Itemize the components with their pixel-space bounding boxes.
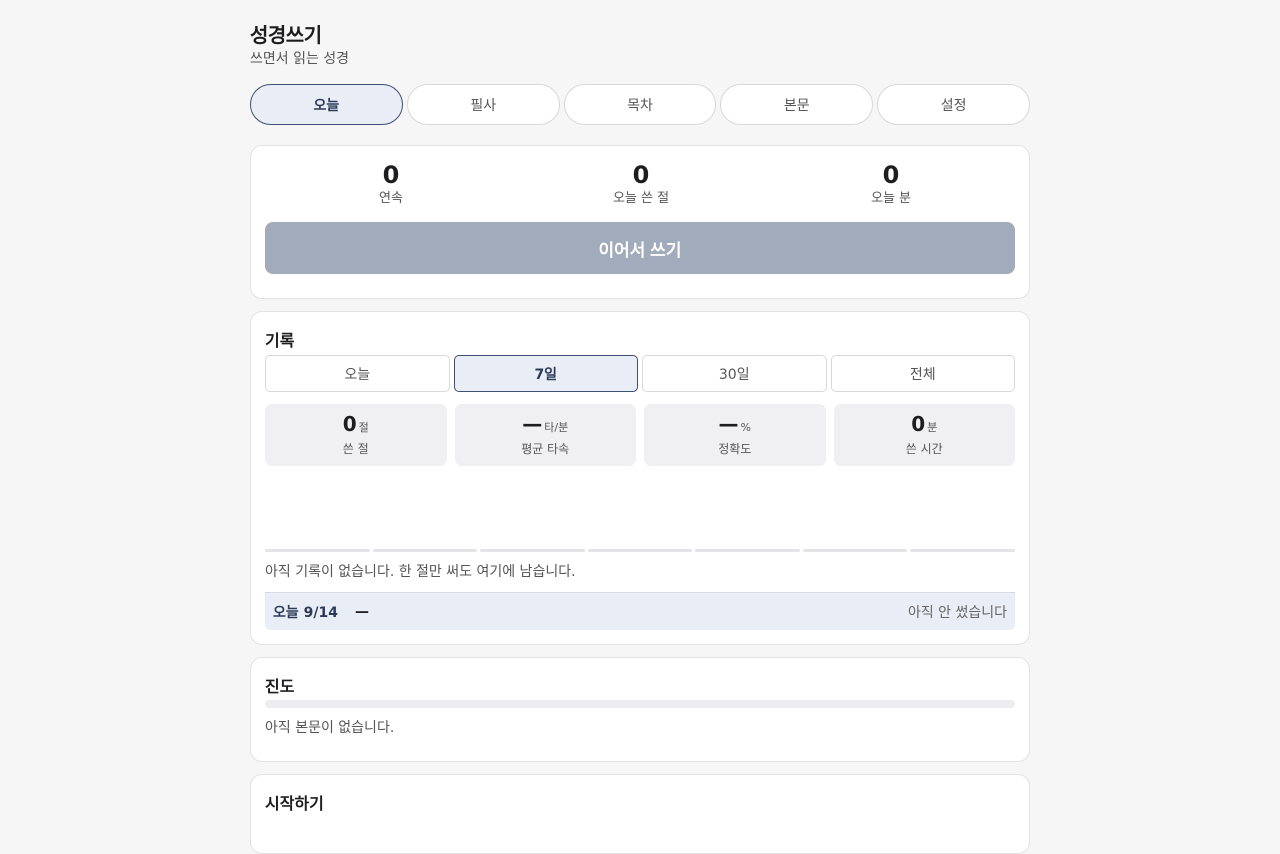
history-empty-message: 아직 기록이 없습니다. 한 절만 써도 여기에 남습니다. xyxy=(265,564,576,580)
daily-activity-bars xyxy=(265,549,1016,552)
range-tab-today[interactable]: 오늘 xyxy=(265,355,450,392)
metric-time: 0분 쓴 시간 xyxy=(833,404,1015,466)
metric-verses-label: 쓴 절 xyxy=(342,442,369,456)
streak-label: 연속 xyxy=(379,191,403,206)
minutes-today-value: 0 xyxy=(882,161,900,189)
metric-time-value: 0 xyxy=(911,412,926,436)
app-title: 성경쓰기 xyxy=(250,23,322,47)
range-tab-7d[interactable]: 7일 xyxy=(453,355,638,392)
metric-time-label: 쓴 시간 xyxy=(905,442,943,456)
metric-accuracy-label: 정확도 xyxy=(718,442,752,456)
tab-transcribe[interactable]: 필사 xyxy=(406,84,560,125)
progress-bar xyxy=(265,700,1015,708)
verses-today-label: 오늘 쓴 절 xyxy=(612,191,670,206)
start-title: 시작하기 xyxy=(265,794,324,813)
day-row-label: 오늘 9/14 xyxy=(273,604,338,621)
day-row-value: — xyxy=(355,603,369,620)
range-tab-all[interactable]: 전체 xyxy=(830,355,1015,392)
metric-verses: 0절 쓴 절 xyxy=(265,404,447,466)
streak-value: 0 xyxy=(382,161,400,189)
start-card: 시작하기 xyxy=(250,774,1030,854)
streak-stat: 0 연속 xyxy=(266,160,516,208)
metric-speed-unit: 타/분 xyxy=(544,421,569,434)
day-row-status: 아직 안 썼습니다 xyxy=(907,604,1007,621)
metric-speed-label: 평균 타속 xyxy=(521,442,570,456)
minutes-today-label: 오늘 분 xyxy=(870,191,911,206)
today-card: 0 연속 0 오늘 쓴 절 0 오늘 분 이어서 쓰기 xyxy=(250,145,1030,299)
daily-bar xyxy=(802,549,908,552)
day-row-today[interactable]: 오늘 9/14 — 아직 안 썼습니다 xyxy=(265,592,1015,630)
tab-contents[interactable]: 목차 xyxy=(563,84,717,125)
metric-verses-value: 0 xyxy=(342,412,357,436)
daily-bar xyxy=(587,549,693,552)
daily-bar xyxy=(265,549,370,552)
daily-bar xyxy=(372,549,478,552)
history-title: 기록 xyxy=(265,331,295,350)
progress-title: 진도 xyxy=(265,677,295,696)
verses-today-stat: 0 오늘 쓴 절 xyxy=(516,160,766,208)
daily-bar xyxy=(910,549,1016,552)
tab-text[interactable]: 본문 xyxy=(720,84,874,125)
metric-time-unit: 분 xyxy=(927,421,938,434)
tab-today[interactable]: 오늘 xyxy=(250,84,403,125)
app-subtitle: 쓰면서 읽는 성경 xyxy=(250,51,350,67)
metric-accuracy: —% 정확도 xyxy=(644,404,826,466)
today-stats: 0 연속 0 오늘 쓴 절 0 오늘 분 xyxy=(266,160,1016,208)
metric-verses-unit: 절 xyxy=(358,421,369,434)
daily-bar xyxy=(695,549,800,552)
tab-settings[interactable]: 설정 xyxy=(877,84,1030,125)
continue-writing-button[interactable]: 이어서 쓰기 xyxy=(265,222,1015,274)
range-tabs: 오늘 7일 30일 전체 xyxy=(265,355,1015,392)
history-metrics: 0절 쓴 절 — 타/분 평균 타속 —% 정확도 0분 쓴 시간 xyxy=(265,404,1015,466)
metric-speed-value: — xyxy=(522,412,543,436)
main-tabs: 오늘 필사 목차 본문 설정 xyxy=(250,84,1030,125)
progress-empty-message: 아직 본문이 없습니다. xyxy=(265,720,395,736)
minutes-today-stat: 0 오늘 분 xyxy=(766,160,1016,208)
history-card: 기록 오늘 7일 30일 전체 0절 쓴 절 — 타/분 평균 타속 —% 정확도… xyxy=(250,311,1030,645)
metric-accuracy-unit: % xyxy=(740,421,751,434)
daily-bar xyxy=(480,549,585,552)
metric-accuracy-value: — xyxy=(718,412,739,436)
range-tab-30d[interactable]: 30일 xyxy=(642,355,827,392)
metric-speed: — 타/분 평균 타속 xyxy=(454,404,636,466)
progress-card: 진도 아직 본문이 없습니다. xyxy=(250,657,1030,762)
verses-today-value: 0 xyxy=(632,161,650,189)
